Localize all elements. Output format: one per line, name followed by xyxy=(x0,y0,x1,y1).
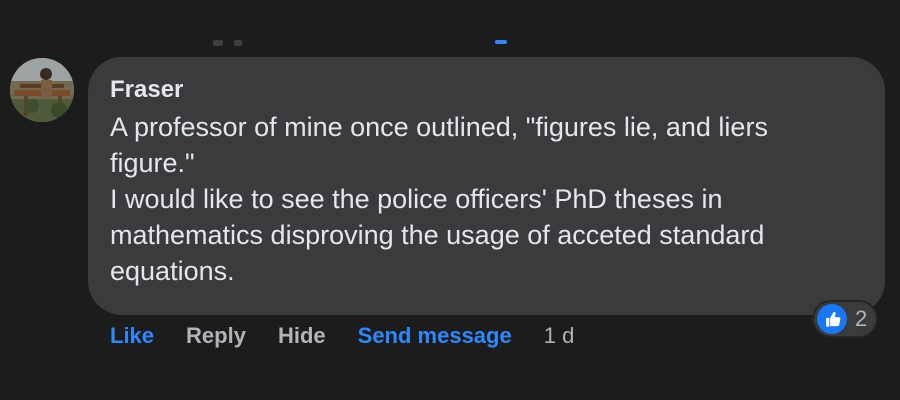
profile-photo-icon xyxy=(10,58,74,122)
reaction-summary[interactable]: 2 xyxy=(814,302,877,336)
reply-button[interactable]: Reply xyxy=(186,323,246,349)
comment-text-line: A professor of mine once outlined, "figu… xyxy=(110,112,768,142)
previous-comment-fragment xyxy=(234,40,242,46)
reaction-count: 2 xyxy=(855,306,868,331)
thumbs-up-icon xyxy=(817,304,847,334)
comment-bubble: Fraser A professor of mine once outlined… xyxy=(88,57,885,315)
comment-text-line: mathematics disproving the usage of acce… xyxy=(110,220,765,250)
send-message-button[interactable]: Send message xyxy=(358,323,512,349)
comment-text-line: equations. xyxy=(110,256,235,286)
comment-text-line: I would like to see the police officers'… xyxy=(110,184,723,214)
previous-comment-fragment xyxy=(213,40,223,46)
avatar[interactable] xyxy=(10,58,74,122)
comment-author[interactable]: Fraser xyxy=(110,75,183,105)
comment-actions: Like Reply Hide Send message 1 d xyxy=(110,320,574,352)
thumbs-up-glyph xyxy=(825,311,840,327)
hide-button[interactable]: Hide xyxy=(278,323,326,349)
comment-page: Fraser A professor of mine once outlined… xyxy=(0,0,900,400)
previous-comment-fragment xyxy=(495,40,507,44)
comment-text: A professor of mine once outlined, "figu… xyxy=(110,109,860,289)
comment-text-line: figure." xyxy=(110,148,195,178)
comment-timestamp[interactable]: 1 d xyxy=(544,323,575,349)
like-button[interactable]: Like xyxy=(110,323,154,349)
